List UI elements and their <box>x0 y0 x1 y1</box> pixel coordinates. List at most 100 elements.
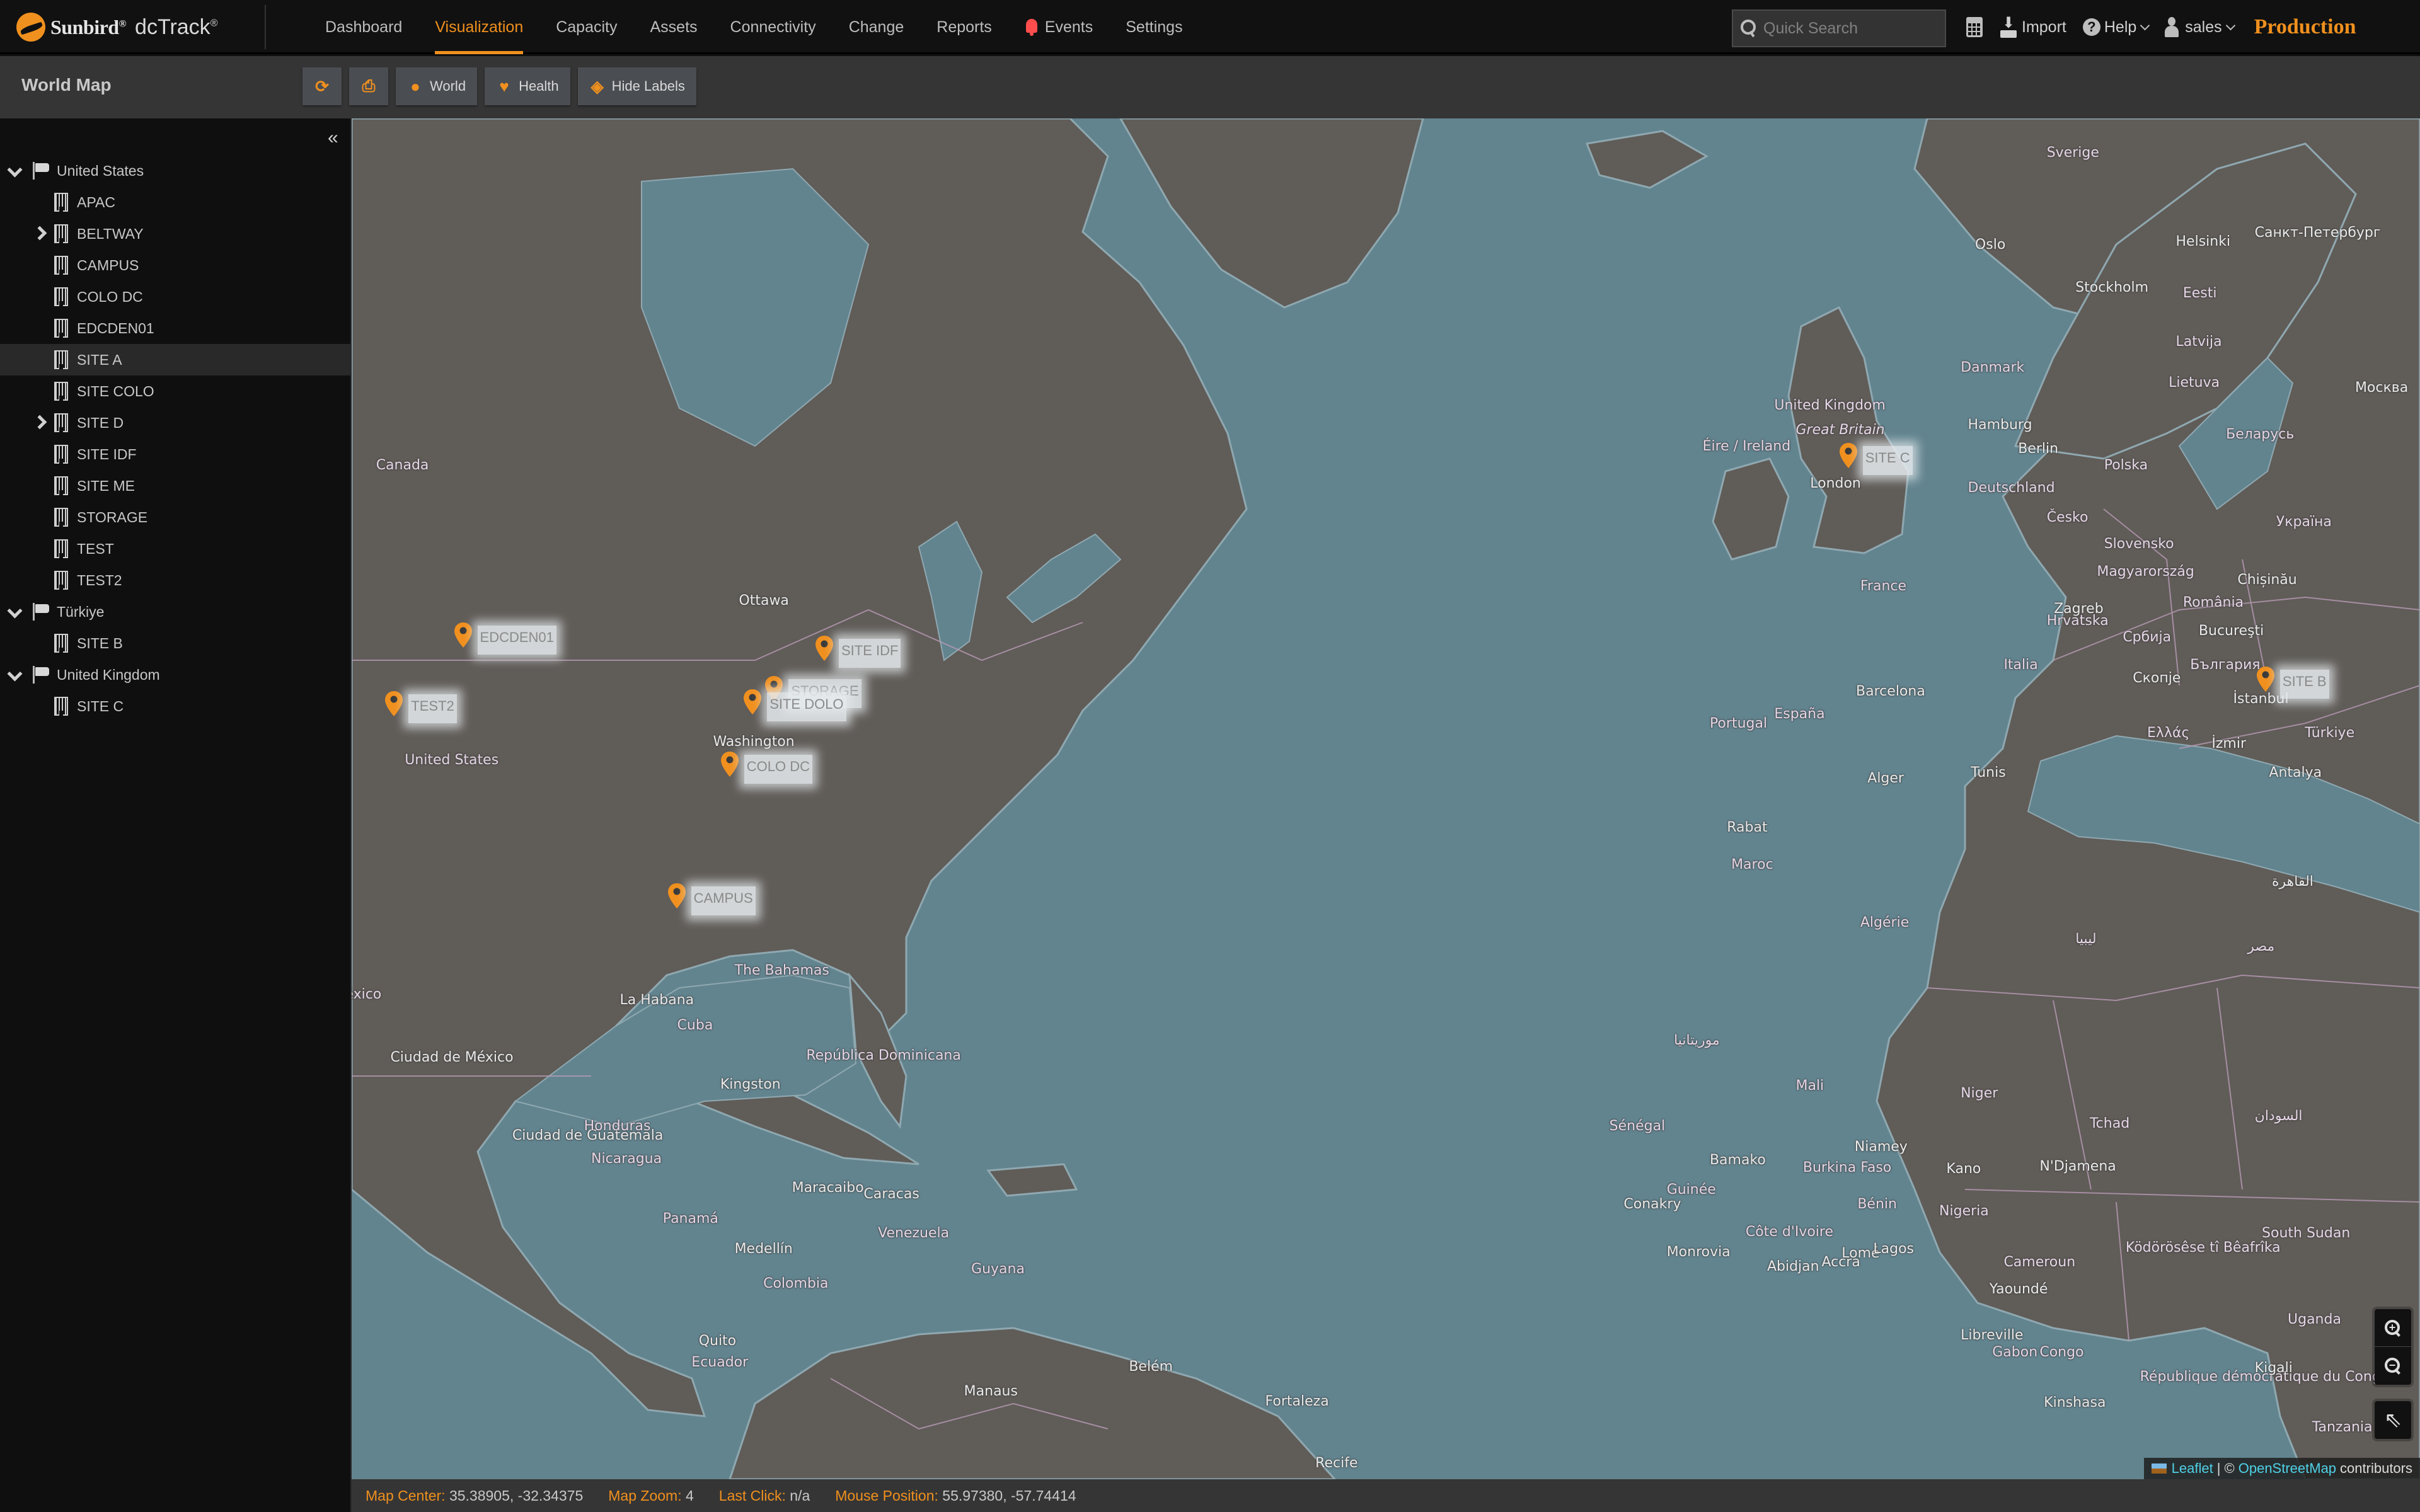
building-icon <box>54 193 68 212</box>
map-place-label-latvija: Latvija <box>2175 333 2222 350</box>
tree-country-united-kingdom[interactable]: United Kingdom <box>0 659 350 690</box>
site-marker-site-b[interactable]: SITE B <box>2256 666 2329 699</box>
tree-site-site-d[interactable]: SITE D <box>0 407 350 438</box>
nav-settings[interactable]: Settings <box>1109 0 1199 54</box>
site-marker-test2[interactable]: TEST2 <box>384 690 457 724</box>
site-marker-site-c[interactable]: SITE C <box>1839 442 1913 475</box>
tree-site-apac[interactable]: APAC <box>0 186 350 218</box>
world-map[interactable]: Canada United States México Ciudad de Méxic… <box>352 118 2420 1479</box>
nav-change[interactable]: Change <box>833 0 921 54</box>
tree-site-colo-dc[interactable]: COLO DC <box>0 281 350 312</box>
map-place-label-honduras: Honduras <box>584 1118 651 1135</box>
map-place-label-danmark: Danmark <box>1961 359 2025 375</box>
mouse-position-readout: Mouse Position: 55.97380, -57.74414 <box>835 1487 1076 1504</box>
map-place-label-label: Санкт-Петербург <box>2254 225 2381 241</box>
map-place-label-label: Србија <box>2123 629 2172 645</box>
zoom-control: + − <box>2375 1309 2411 1385</box>
chevron-down-icon[interactable] <box>5 667 24 683</box>
tree-site-site-b[interactable]: SITE B <box>0 627 350 659</box>
tree-site-edcden01[interactable]: EDCDEN01 <box>0 312 350 344</box>
nav-events[interactable]: Events <box>1008 0 1109 54</box>
help-menu[interactable]: ? Help <box>2082 18 2150 37</box>
site-marker-label: SITE IDF <box>838 639 901 668</box>
user-menu[interactable]: sales <box>2165 17 2235 37</box>
site-marker-campus[interactable]: CAMPUS <box>667 883 756 915</box>
map-place-label-london: London <box>1810 476 1861 492</box>
search-icon <box>1741 20 1756 37</box>
nav-dashboard[interactable]: Dashboard <box>309 0 418 54</box>
chevron-down-icon[interactable] <box>5 604 24 620</box>
map-place-label-burkina-faso: Burkina Faso <box>1802 1159 1892 1176</box>
map-place-label-washington: Washington <box>713 734 795 750</box>
location-sidebar: « United States APAC BELTWAY CAMPUS COLO DC E… <box>0 118 352 1512</box>
print-button[interactable]: ⎙ <box>349 67 388 105</box>
landmass-ireland <box>1712 457 1790 561</box>
map-place-label-united-kingdom: United Kingdom <box>1774 397 1886 413</box>
reset-view-button[interactable]: ⇖ <box>2375 1401 2411 1439</box>
tree-site-test[interactable]: TEST <box>0 533 350 564</box>
map-place-label-se-ne-gal: Sénégal <box>1609 1118 1666 1135</box>
import-button[interactable]: Import <box>2000 14 2066 38</box>
map-place-label-panama: Panamá <box>662 1210 718 1227</box>
map-place-label-quito: Quito <box>698 1333 737 1349</box>
nav-visualization[interactable]: Visualization <box>418 0 539 54</box>
tree-site-campus[interactable]: CAMPUS <box>0 249 350 281</box>
nav-connectivity[interactable]: Connectivity <box>714 0 833 54</box>
zoom-in-button[interactable]: + <box>2375 1309 2411 1347</box>
page-title: World Map <box>21 75 112 94</box>
world-button[interactable]: ● World <box>396 67 478 105</box>
nav-reports[interactable]: Reports <box>920 0 1008 54</box>
nav-capacity[interactable]: Capacity <box>539 0 633 54</box>
building-icon <box>54 319 68 338</box>
double-chevron-left-icon[interactable]: « <box>328 127 338 149</box>
tree-site-site-me[interactable]: SITE ME <box>0 470 350 501</box>
refresh-button[interactable]: ⟳ <box>302 67 342 105</box>
tree-site-storage[interactable]: STORAGE <box>0 501 350 533</box>
map-place-label-portugal: Portugal <box>1709 716 1768 732</box>
last-click-readout: Last Click: n/a <box>718 1487 810 1504</box>
map-place-label-yaounde: Yaoundé <box>1989 1281 2048 1298</box>
landmass-greenland <box>1119 118 1424 309</box>
quick-search-input[interactable] <box>1762 18 1939 38</box>
site-marker-site-idf[interactable]: SITE IDF <box>815 635 901 668</box>
tree-site-beltway[interactable]: BELTWAY <box>0 218 350 249</box>
hide-labels-button[interactable]: ◈ Hide Labels <box>577 67 696 105</box>
nav-assets[interactable]: Assets <box>633 0 713 54</box>
flag-icon <box>33 162 50 180</box>
brand-name: Sunbird <box>50 15 119 38</box>
health-button[interactable]: ♥ Health <box>485 67 570 105</box>
building-icon <box>54 445 68 464</box>
tree-country-t-rkiye[interactable]: Türkiye <box>0 596 350 627</box>
map-place-label-barcelona: Barcelona <box>1856 684 1925 700</box>
tree-site-site-idf[interactable]: SITE IDF <box>0 438 350 470</box>
calendar-icon[interactable] <box>1966 17 1983 37</box>
main-nav: Dashboard Visualization Capacity Assets … <box>309 0 1199 54</box>
map-place-label-medelli-n: Medellín <box>734 1241 793 1257</box>
tree-country-united-states[interactable]: United States <box>0 155 350 186</box>
map-place-label-tunis: Tunis <box>1971 765 2006 781</box>
chevron-right-icon[interactable] <box>30 226 49 242</box>
site-marker-site-dolo[interactable]: SITE DOLO <box>743 689 846 722</box>
building-icon <box>54 224 68 243</box>
tree-site-site-a[interactable]: SITE A <box>0 344 350 375</box>
product-name: dcTrack <box>135 14 210 39</box>
app-logo[interactable]: Sunbird® dcTrack® <box>16 11 217 43</box>
map-place-label-lietuva: Lietuva <box>2169 375 2220 391</box>
openstreetmap-link[interactable]: OpenStreetMap <box>2238 1460 2336 1477</box>
zoom-out-button[interactable]: − <box>2375 1347 2411 1385</box>
chevron-down-icon[interactable] <box>5 163 24 179</box>
tree-site-test2[interactable]: TEST2 <box>0 564 350 596</box>
tree-site-site-colo[interactable]: SITE COLO <box>0 375 350 407</box>
leaflet-link[interactable]: Leaflet <box>2172 1460 2213 1477</box>
question-circle-icon: ? <box>2082 18 2100 36</box>
site-marker-edcden01[interactable]: EDCDEN01 <box>454 622 556 655</box>
map-place-label-oslo: Oslo <box>1974 237 2006 253</box>
chevron-right-icon[interactable] <box>30 415 49 431</box>
map-place-label-venezuela: Venezuela <box>878 1225 950 1241</box>
site-marker-colo-dc[interactable]: COLO DC <box>720 751 813 784</box>
tree-site-site-c[interactable]: SITE C <box>0 690 350 722</box>
map-place-label-tanzania: Tanzania <box>2312 1419 2373 1435</box>
map-place-label-label: مصر <box>2247 939 2275 955</box>
site-marker-label: EDCDEN01 <box>477 625 556 655</box>
map-attribution: Leaflet | © OpenStreetMap contributors <box>2143 1458 2420 1479</box>
